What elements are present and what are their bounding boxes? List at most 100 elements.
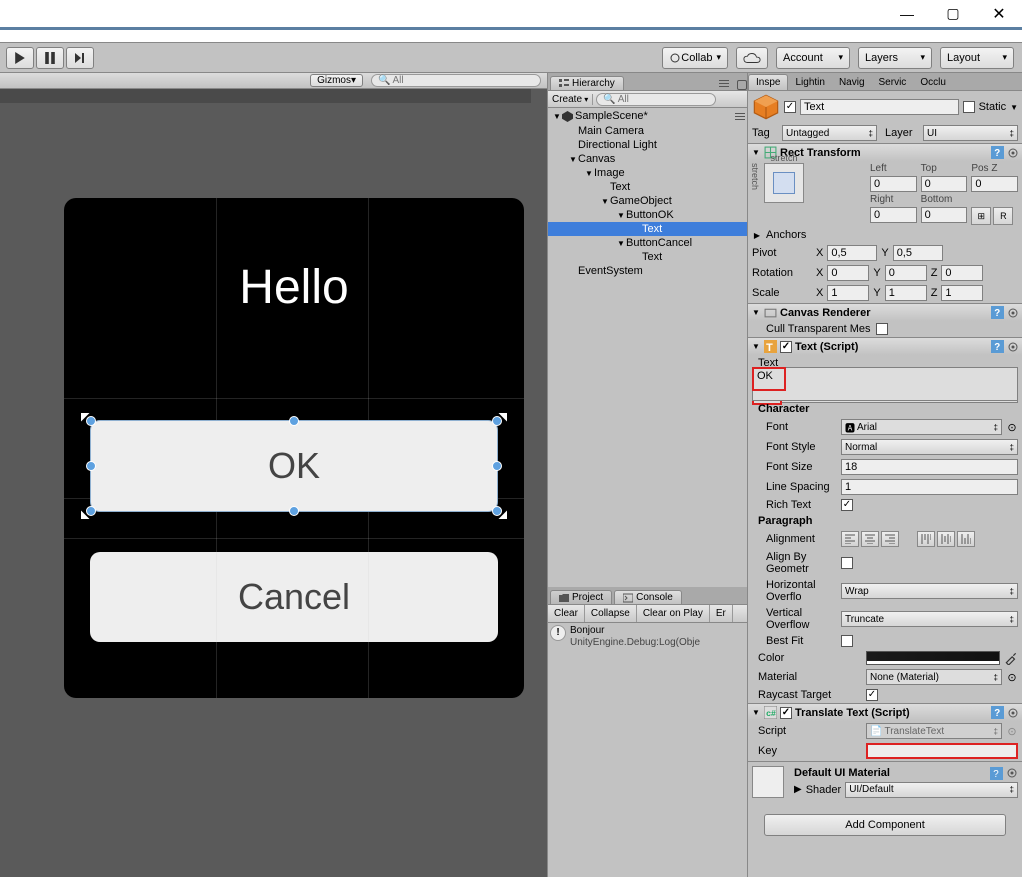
material-preview[interactable] [752,766,784,798]
anchor-preset-button[interactable]: stretch [764,163,804,203]
blueprint-mode-button[interactable]: ⊞ [971,207,991,225]
console-clear-button[interactable]: Clear [548,605,585,622]
material-picker-button[interactable]: ⊙ [1006,671,1018,684]
hierarchy-item-main-camera[interactable]: Main Camera [548,124,747,138]
occlusion-tab[interactable]: Occlu [913,75,953,90]
hierarchy-item-button-ok[interactable]: ▼ButtonOK [548,208,747,222]
hierarchy-item-directional-light[interactable]: Directional Light [548,138,747,152]
minimize-button[interactable]: — [884,0,930,28]
translate-enabled-checkbox[interactable]: ✓ [780,707,792,719]
panel-menu-button[interactable] [719,76,729,90]
play-button[interactable] [6,47,34,69]
gizmos-dropdown[interactable]: Gizmos ▾ [310,74,363,87]
canvas-renderer-header[interactable]: ▼ Canvas Renderer ? [748,304,1022,321]
font-field[interactable]: 🅰Arial [841,419,1002,435]
anchors-label[interactable]: Anchors [766,229,806,241]
help-icon[interactable]: ? [991,340,1004,353]
gameobject-name-input[interactable] [800,99,959,115]
hierarchy-item-button-cancel-text[interactable]: Text [548,250,747,264]
step-button[interactable] [66,47,94,69]
hierarchy-item-event-system[interactable]: EventSystem [548,264,747,278]
account-dropdown[interactable]: Account [776,47,850,69]
scale-z-input[interactable] [941,285,983,301]
console-body[interactable]: ! Bonjour UnityEngine.Debug:Log(Obje [548,623,747,877]
help-icon[interactable]: ? [991,706,1004,719]
bottom-input[interactable] [921,207,968,223]
scale-y-input[interactable] [885,285,927,301]
rot-z-input[interactable] [941,265,983,281]
bestfit-checkbox[interactable] [841,635,853,647]
fontsize-input[interactable] [841,459,1018,475]
gear-icon[interactable] [1006,767,1018,779]
pause-button[interactable] [36,47,64,69]
active-checkbox[interactable]: ✓ [784,101,796,113]
horizontal-overflow-dropdown[interactable]: Wrap [841,583,1018,599]
hierarchy-scene-root[interactable]: ▼SampleScene* [548,108,747,124]
richtext-checkbox[interactable]: ✓ [841,499,853,511]
create-dropdown[interactable]: Create [552,94,593,105]
key-input[interactable] [866,743,1018,759]
lock-icon[interactable] [737,80,747,90]
hierarchy-item-gameobject[interactable]: ▼GameObject [548,194,747,208]
scene-search-input[interactable]: 🔍All [371,74,541,87]
align-left-button[interactable] [841,531,859,547]
help-icon[interactable]: ? [991,306,1004,319]
align-middle-button[interactable] [937,531,955,547]
hierarchy-tab[interactable]: Hierarchy [550,76,624,90]
hierarchy-item-image[interactable]: ▼Image [548,166,747,180]
raycast-target-checkbox[interactable]: ✓ [866,689,878,701]
selection-handle[interactable] [289,506,299,516]
selection-handle[interactable] [492,461,502,471]
gear-icon[interactable] [1007,707,1019,719]
raw-edit-button[interactable]: R [993,207,1013,225]
shader-dropdown[interactable]: UI/Default [845,782,1018,798]
layout-dropdown[interactable]: Layout [940,47,1014,69]
right-input[interactable] [870,207,917,223]
selection-handle[interactable] [289,416,299,426]
translate-text-header[interactable]: ▼ c# ✓ Translate Text (Script) ? [748,704,1022,721]
services-tab[interactable]: Servic [872,75,914,90]
text-component-header[interactable]: ▼ T ✓ Text (Script) ? [748,338,1022,355]
cancel-button-preview[interactable]: Cancel [90,552,498,642]
selection-handle[interactable] [86,461,96,471]
hierarchy-item-button-cancel[interactable]: ▼ButtonCancel [548,236,747,250]
hierarchy-tree[interactable]: ▼SampleScene* Main Camera Directional Li… [548,108,747,587]
cull-transparent-checkbox[interactable] [876,323,888,335]
inspector-tab[interactable]: Inspe [748,74,788,90]
navigation-tab[interactable]: Navig [832,75,872,90]
ok-button-preview[interactable]: OK [90,420,498,512]
collab-dropdown[interactable]: Collab [662,47,728,69]
vertical-overflow-dropdown[interactable]: Truncate [841,611,1018,627]
align-top-button[interactable] [917,531,935,547]
tag-dropdown[interactable]: Untagged [782,125,877,141]
rot-y-input[interactable] [885,265,927,281]
rot-x-input[interactable] [827,265,869,281]
gear-icon[interactable] [1007,147,1019,159]
script-picker-button[interactable]: ⊙ [1006,725,1018,738]
help-icon[interactable]: ? [990,767,1003,780]
gameobject-icon[interactable] [752,93,780,121]
align-center-button[interactable] [861,531,879,547]
align-by-geometry-checkbox[interactable] [841,557,853,569]
scene-menu-button[interactable] [735,109,745,123]
layers-dropdown[interactable]: Layers [858,47,932,69]
eyedropper-icon[interactable] [1004,651,1018,665]
hierarchy-item-button-ok-text[interactable]: Text [548,222,747,236]
console-collapse-button[interactable]: Collapse [585,605,637,622]
console-clear-on-play-button[interactable]: Clear on Play [637,605,710,622]
top-input[interactable] [921,176,968,192]
selection-handle[interactable] [86,506,96,516]
add-component-button[interactable]: Add Component [764,814,1006,836]
selection-handle[interactable] [86,416,96,426]
align-bottom-button[interactable] [957,531,975,547]
fontstyle-dropdown[interactable]: Normal [841,439,1018,455]
project-tab[interactable]: Project [550,590,612,604]
posz-input[interactable] [971,176,1018,192]
align-right-button[interactable] [881,531,899,547]
gear-icon[interactable] [1007,307,1019,319]
material-field[interactable]: None (Material) [866,669,1002,685]
cloud-button[interactable] [736,47,768,69]
console-log-entry[interactable]: ! Bonjour UnityEngine.Debug:Log(Obje [550,625,745,649]
selection-handle[interactable] [492,416,502,426]
maximize-button[interactable]: ▢ [930,0,976,28]
